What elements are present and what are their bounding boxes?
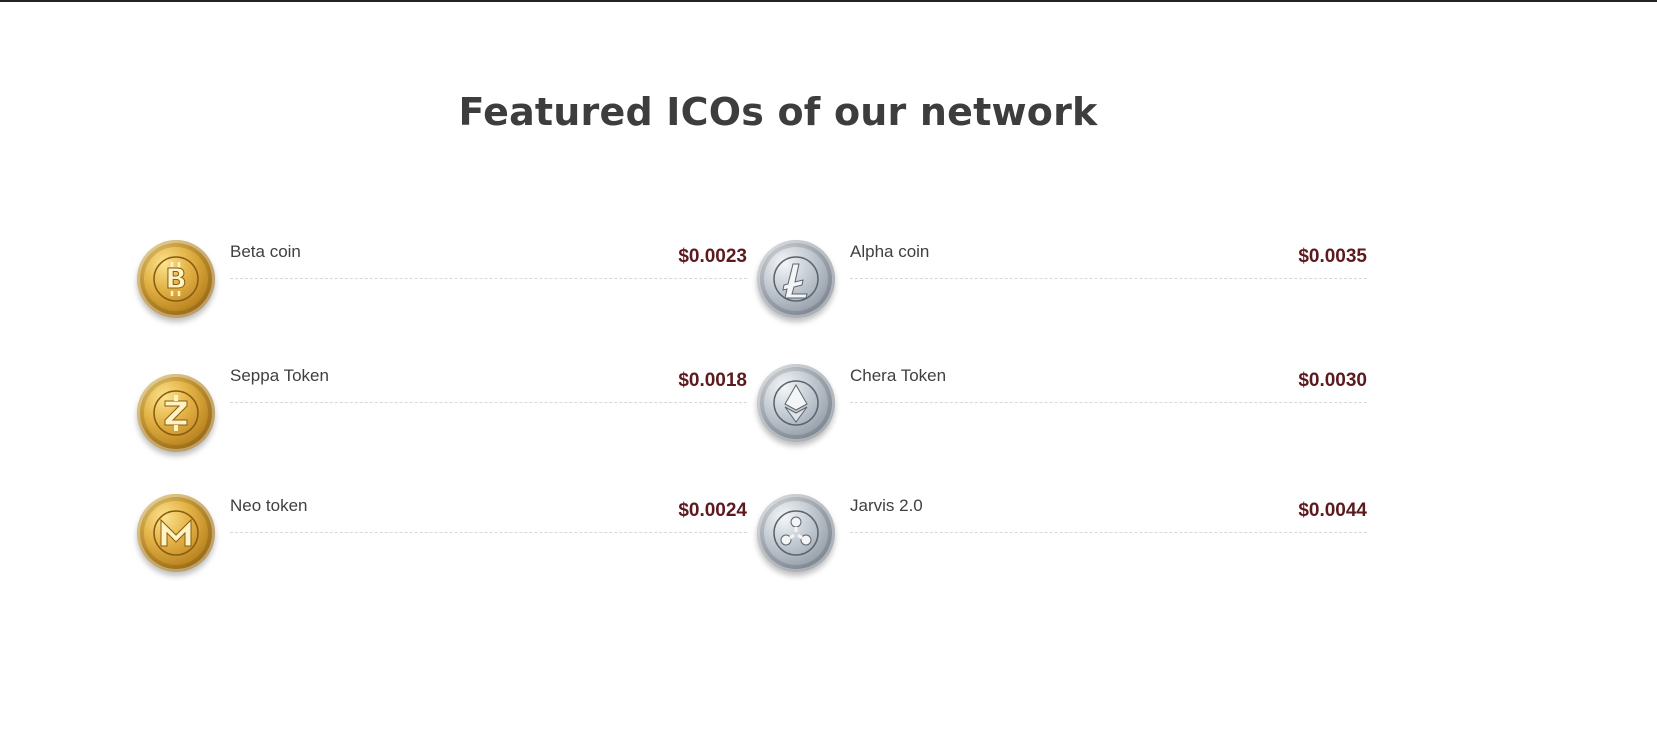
- coin-name[interactable]: Seppa Token: [230, 366, 329, 386]
- item-divider: [850, 532, 1367, 533]
- coin-price: $0.0023: [678, 246, 747, 267]
- coin-price: $0.0030: [1298, 370, 1367, 391]
- monero-icon: [137, 494, 215, 572]
- ico-item-chera-token[interactable]: Chera Token $0.0030: [757, 364, 1367, 460]
- coin-name[interactable]: Alpha coin: [850, 242, 929, 262]
- coin-name[interactable]: Beta coin: [230, 242, 301, 262]
- ripple-icon: [757, 494, 835, 572]
- item-divider: [230, 532, 747, 533]
- top-divider: [0, 0, 1657, 2]
- section-title: Featured ICOs of our network: [458, 90, 1098, 134]
- coin-name[interactable]: Neo token: [230, 496, 308, 516]
- item-divider: [230, 278, 747, 279]
- zcash-icon: [137, 374, 215, 452]
- coin-name[interactable]: Jarvis 2.0: [850, 496, 923, 516]
- ico-item-seppa-token[interactable]: Seppa Token $0.0018: [137, 364, 747, 460]
- item-divider: [850, 402, 1367, 403]
- ico-item-neo-token[interactable]: Neo token $0.0024: [137, 494, 747, 590]
- coin-price: $0.0018: [678, 370, 747, 391]
- bitcoin-icon: B: [137, 240, 215, 318]
- litecoin-icon: [757, 240, 835, 318]
- item-divider: [850, 278, 1367, 279]
- coin-price: $0.0035: [1298, 246, 1367, 267]
- coin-name[interactable]: Chera Token: [850, 366, 946, 386]
- ico-item-beta-coin[interactable]: B Beta coin $0.0023: [137, 240, 747, 336]
- ico-item-jarvis[interactable]: Jarvis 2.0 $0.0044: [757, 494, 1367, 590]
- svg-text:B: B: [165, 262, 186, 295]
- ethereum-icon: [757, 364, 835, 442]
- coin-price: $0.0024: [678, 500, 747, 521]
- ico-item-alpha-coin[interactable]: Alpha coin $0.0035: [757, 240, 1367, 336]
- coin-price: $0.0044: [1298, 500, 1367, 521]
- item-divider: [230, 402, 747, 403]
